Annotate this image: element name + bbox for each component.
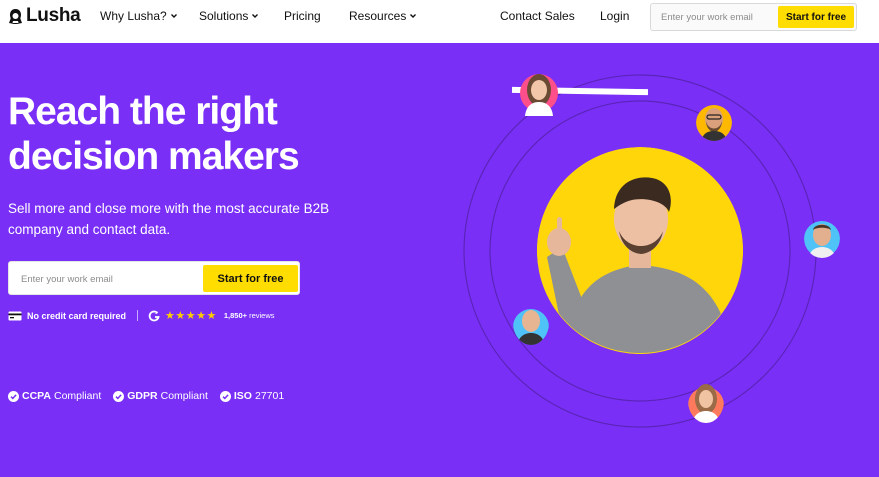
gdpr-badge: GDPR Compliant bbox=[113, 390, 208, 402]
nav-item-label: Solutions bbox=[199, 9, 249, 23]
iso-badge: ISO 27701 bbox=[219, 390, 285, 402]
no-credit-card-text: No credit card required bbox=[27, 310, 127, 321]
nav-why-lusha[interactable]: Why Lusha? bbox=[100, 9, 178, 23]
nav-item-label: Resources bbox=[349, 9, 407, 23]
compliance-rest: Compliant bbox=[160, 390, 208, 402]
lusha-logo-icon bbox=[9, 8, 22, 24]
logo[interactable]: Lusha bbox=[8, 5, 81, 27]
hero-headline: Reach the right decision makers bbox=[8, 89, 388, 179]
nav-start-free-button[interactable]: Start for free bbox=[778, 6, 854, 28]
nav-contact-sales[interactable]: Contact Sales bbox=[500, 9, 575, 23]
nav-resources[interactable]: Resources bbox=[349, 9, 417, 23]
top-navigation: Lusha Why Lusha? Solutions Pricing Resou… bbox=[0, 0, 879, 43]
chevron-down-icon bbox=[170, 14, 177, 18]
avatar-man-bearded bbox=[696, 105, 732, 141]
nav-pricing[interactable]: Pricing bbox=[284, 9, 321, 23]
hero-email-input[interactable] bbox=[15, 269, 195, 289]
headline-line-2: decision makers bbox=[8, 135, 300, 178]
compliance-bold: ISO bbox=[233, 390, 252, 402]
g2-icon: 2 bbox=[148, 310, 160, 321]
trust-row: No credit card required 2 ★★★★★ 1,850+ r… bbox=[8, 309, 275, 322]
avatar-woman-top bbox=[520, 74, 558, 116]
reviews-label: reviews bbox=[249, 311, 275, 320]
star-rating: ★★★★★ bbox=[165, 310, 217, 322]
hero-signup-form: Start for free bbox=[8, 261, 300, 295]
nav-email-input[interactable] bbox=[655, 7, 775, 27]
contact-sales-label: Contact Sales bbox=[500, 9, 575, 23]
hero-illustration bbox=[430, 43, 879, 477]
compliance-rest: Compliant bbox=[53, 390, 102, 402]
nav-item-label: Pricing bbox=[284, 9, 321, 23]
check-circle-icon bbox=[8, 390, 19, 402]
nav-login[interactable]: Login bbox=[600, 9, 629, 23]
check-circle-icon bbox=[219, 390, 231, 402]
svg-text:2: 2 bbox=[155, 311, 157, 315]
chevron-down-icon bbox=[410, 14, 417, 18]
credit-card-icon bbox=[8, 311, 22, 320]
avatar-man-bald bbox=[513, 309, 549, 345]
logo-text: Lusha bbox=[26, 5, 81, 26]
hero-person-illustration bbox=[537, 147, 743, 353]
compliance-bold: GDPR bbox=[127, 390, 158, 402]
nav-signup-form: Start for free bbox=[650, 3, 857, 31]
ccpa-badge: CCPA Compliant bbox=[8, 390, 101, 402]
compliance-badges: CCPA Compliant GDPR Compliant ISO 27701 bbox=[8, 390, 284, 402]
nav-item-label: Why Lusha? bbox=[100, 9, 167, 23]
avatar-man-right bbox=[804, 221, 840, 258]
hero-subhead: Sell more and close more with the most a… bbox=[8, 201, 330, 237]
compliance-bold: CCPA bbox=[22, 390, 51, 402]
chevron-down-icon bbox=[252, 14, 259, 18]
compliance-rest: 27701 bbox=[254, 390, 285, 402]
nav-solutions[interactable]: Solutions bbox=[199, 9, 259, 23]
reviews-text: 1,850+ reviews bbox=[224, 311, 275, 320]
headline-line-1: Reach the right bbox=[8, 90, 278, 133]
login-label: Login bbox=[600, 9, 630, 23]
reviews-count: 1,850+ bbox=[223, 311, 247, 320]
avatar-woman-bottom bbox=[688, 384, 724, 423]
check-circle-icon bbox=[113, 390, 125, 402]
hero-section: Reach the right decision makers Sell mor… bbox=[0, 43, 879, 477]
divider bbox=[137, 310, 139, 321]
hero-start-free-button[interactable]: Start for free bbox=[203, 265, 298, 292]
